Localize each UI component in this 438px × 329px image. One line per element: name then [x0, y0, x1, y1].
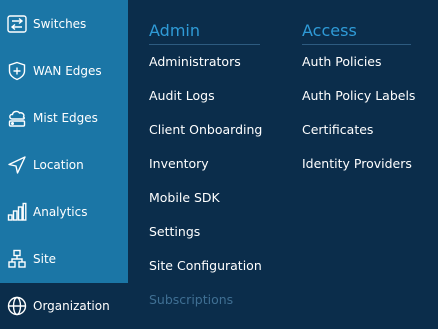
access-heading: Access — [302, 21, 357, 40]
sidebar-item-mist-edges[interactable]: Mist Edges — [0, 95, 128, 141]
location-icon — [7, 155, 27, 175]
menu-link-subscriptions: Subscriptions — [149, 292, 234, 307]
wan-edges-icon — [7, 61, 27, 81]
sidebar: Switches WAN Edges Mist Edges Location A… — [0, 0, 128, 329]
site-icon — [7, 249, 27, 269]
sidebar-item-label: Switches — [33, 17, 87, 31]
admin-heading: Admin — [149, 21, 200, 40]
sidebar-item-label: Organization — [33, 299, 110, 313]
mist-edges-icon — [7, 108, 27, 128]
sidebar-item-label: Location — [33, 158, 84, 172]
analytics-icon — [7, 202, 27, 222]
menu-link-auth-policies[interactable]: Auth Policies — [302, 54, 382, 69]
sidebar-item-label: WAN Edges — [33, 64, 102, 78]
sidebar-item-label: Mist Edges — [33, 111, 98, 125]
menu-link-identity-providers[interactable]: Identity Providers — [302, 156, 412, 171]
menu-link-administrators[interactable]: Administrators — [149, 54, 241, 69]
menu-link-auth-policy-labels[interactable]: Auth Policy Labels — [302, 88, 415, 103]
sidebar-item-label: Analytics — [33, 205, 88, 219]
organization-menu: Admin Administrators Audit Logs Client O… — [128, 0, 438, 329]
sidebar-item-label: Site — [33, 252, 57, 266]
sidebar-item-site[interactable]: Site — [0, 236, 128, 282]
menu-link-site-configuration[interactable]: Site Configuration — [149, 258, 262, 273]
organization-icon — [7, 296, 27, 316]
sidebar-item-location[interactable]: Location — [0, 142, 128, 188]
sidebar-item-wan-edges[interactable]: WAN Edges — [0, 48, 128, 94]
menu-link-settings[interactable]: Settings — [149, 224, 200, 239]
sidebar-item-organization[interactable]: Organization — [0, 283, 128, 329]
menu-link-certificates[interactable]: Certificates — [302, 122, 373, 137]
menu-link-audit-logs[interactable]: Audit Logs — [149, 88, 215, 103]
access-divider — [302, 44, 411, 45]
menu-link-mobile-sdk[interactable]: Mobile SDK — [149, 190, 220, 205]
sidebar-item-switches[interactable]: Switches — [0, 1, 128, 47]
menu-link-inventory[interactable]: Inventory — [149, 156, 209, 171]
sidebar-item-analytics[interactable]: Analytics — [0, 189, 128, 235]
switches-icon — [7, 14, 27, 34]
menu-link-client-onboarding[interactable]: Client Onboarding — [149, 122, 262, 137]
admin-divider — [149, 44, 260, 45]
